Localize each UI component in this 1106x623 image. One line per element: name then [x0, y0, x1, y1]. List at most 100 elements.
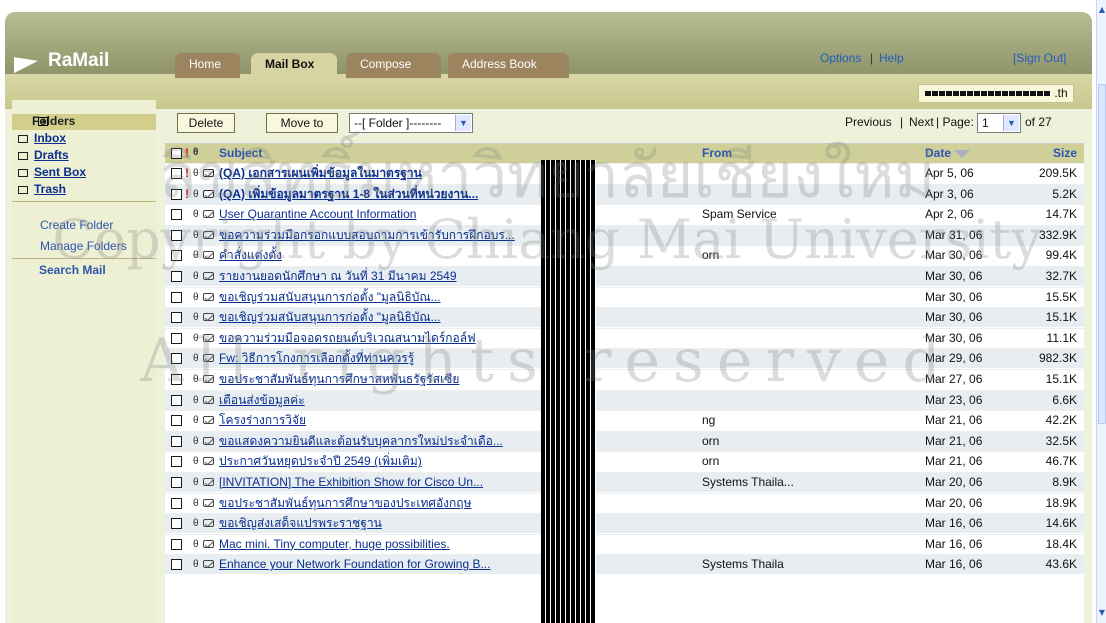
message-subject-link[interactable]: User Quarantine Account Information: [219, 205, 689, 224]
message-subject-link[interactable]: Mac mini. Tiny computer, huge possibilit…: [219, 535, 689, 554]
subject-header[interactable]: Subject: [219, 144, 262, 162]
move-to-button[interactable]: Move to: [266, 113, 338, 133]
from-header[interactable]: From: [702, 144, 732, 162]
size-header[interactable]: Size: [1025, 144, 1077, 162]
message-subject-link[interactable]: คำสั่งแต่งตั้ง: [219, 246, 689, 265]
row-checkbox[interactable]: [171, 415, 182, 427]
drafts-link[interactable]: Drafts: [34, 148, 69, 162]
table-row[interactable]: θ Fw: วิธีการโกงการเลือกตั้งที่ท่านควรรู้…: [165, 348, 1084, 369]
row-checkbox[interactable]: [171, 353, 182, 365]
table-row[interactable]: θ ขอเชิญร่วมสนับสนุนการก่อตั้ง "มูลนิธิบั…: [165, 286, 1084, 307]
manage-folders-link[interactable]: Manage Folders: [40, 239, 127, 253]
row-checkbox[interactable]: [171, 332, 182, 344]
table-row[interactable]: θ ขอประชาสัมพันธ์ทุนการศึกษาของประเทศอังก…: [165, 492, 1084, 513]
table-row[interactable]: θ ขอเชิญร่วมสนับสนุนการก่อตั้ง "มูลนิธิบั…: [165, 307, 1084, 328]
search-mail-link[interactable]: Search Mail: [39, 263, 106, 277]
table-row[interactable]: θ เตือนส่งข้อมูลค่ะ Mar 23, 06 6.6K: [165, 389, 1084, 410]
table-row[interactable]: θ รายงานยอดนักศึกษา ณ วันที่ 31 มีนาคม 25…: [165, 266, 1084, 286]
scrollbar[interactable]: ▲ ▼: [1096, 0, 1106, 623]
table-row[interactable]: θ ประกาศวันหยุดประจำปี 2549 (เพิ่มเติม) or…: [165, 451, 1084, 471]
sent-box-link[interactable]: Sent Box: [34, 165, 86, 179]
row-checkbox[interactable]: [171, 497, 182, 509]
help-link[interactable]: Help: [879, 51, 904, 65]
options-link[interactable]: Options: [820, 51, 861, 65]
tab-address-book[interactable]: Address Book: [448, 53, 569, 78]
message-subject-link[interactable]: ขอแสดงความยินดีและต้อนรับบุคลากรใหม่ประจ…: [219, 432, 689, 451]
row-checkbox[interactable]: [171, 559, 182, 571]
scroll-thumb[interactable]: [1098, 84, 1106, 424]
table-row[interactable]: θ Mac mini. Tiny computer, huge possibili…: [165, 533, 1084, 554]
message-subject-link[interactable]: ขอความร่วมมือกรอกแบบสอบถามการเข้ารับการฝ…: [219, 226, 689, 245]
table-row[interactable]: θ โครงร่างการวิจัย ng Mar 21, 06 42.2K: [165, 410, 1084, 430]
table-row[interactable]: θ User Quarantine Account Information Spam…: [165, 204, 1084, 224]
message-subject-link[interactable]: ขอประชาสัมพันธ์ทุนการศึกษาสหพันธรัฐรัสเซ…: [219, 370, 689, 389]
row-checkbox[interactable]: [171, 250, 182, 262]
row-checkbox[interactable]: [171, 456, 182, 468]
row-checkbox[interactable]: [171, 188, 182, 200]
message-subject-link[interactable]: Enhance your Network Foundation for Grow…: [219, 555, 689, 574]
message-subject-link[interactable]: (QA) เอกสารเผนเพิ่มข้อมูลในมาตรฐาน: [219, 164, 689, 183]
row-checkbox[interactable]: [171, 229, 182, 241]
row-checkbox[interactable]: [171, 518, 182, 530]
table-row[interactable]: θ คำสั่งแต่งตั้ง orn Mar 30, 06 99.4K: [165, 245, 1084, 265]
row-checkbox[interactable]: [171, 312, 182, 324]
message-size: 332.9K: [1038, 227, 1077, 242]
table-row[interactable]: θ ขอประชาสัมพันธ์ทุนการศึกษาสหพันธรัฐรัสเ…: [165, 369, 1084, 389]
chevron-down-icon[interactable]: ▼: [1003, 115, 1019, 131]
row-checkbox[interactable]: [171, 291, 182, 303]
scroll-down-arrow-icon[interactable]: ▼: [1098, 607, 1106, 619]
next-page-link[interactable]: Next: [909, 115, 934, 129]
attachment-icon: θ: [193, 168, 199, 179]
trash-link[interactable]: Trash: [34, 182, 66, 196]
page-select[interactable]: 1 ▼: [977, 113, 1021, 133]
tab-compose[interactable]: Compose: [346, 53, 441, 78]
row-checkbox[interactable]: [171, 477, 182, 488]
scroll-up-arrow-icon[interactable]: ▲: [1098, 4, 1106, 16]
create-folder-link[interactable]: Create Folder: [40, 218, 113, 232]
table-row[interactable]: ! θ (QA) เพิ่มข้อมูลมาตรฐาน 1-8 ในส่วนที่ห…: [165, 183, 1084, 204]
row-checkbox[interactable]: [171, 538, 182, 550]
sign-out-link[interactable]: [Sign Out]: [1013, 51, 1066, 65]
sidebar-item-sent-box[interactable]: Sent Box: [18, 164, 150, 180]
sidebar-item-drafts[interactable]: Drafts: [18, 147, 150, 163]
tab-home[interactable]: Home: [175, 53, 240, 78]
row-checkbox[interactable]: [171, 394, 182, 406]
table-row[interactable]: θ ขอเชิญส่งเสด็จแปรพระราชฐาน Mar 16, 06 14.…: [165, 513, 1084, 534]
row-checkbox[interactable]: [171, 435, 182, 447]
table-row[interactable]: θ [INVITATION] The Exhibition Show for Ci…: [165, 472, 1084, 492]
tab-mailbox[interactable]: Mail Box: [251, 53, 337, 78]
sidebar-item-trash[interactable]: Trash: [18, 181, 150, 197]
inbox-link[interactable]: Inbox: [34, 131, 66, 145]
row-checkbox[interactable]: [171, 271, 182, 282]
table-row[interactable]: θ ขอแสดงความยินดีและต้อนรับบุคลากรใหม่ประ…: [165, 430, 1084, 451]
table-row[interactable]: θ ขอความร่วมมือจอดรถยนต์บริเวณสนามไดร์กอล…: [165, 327, 1084, 348]
message-subject-link[interactable]: ขอเชิญร่วมสนับสนุนการก่อตั้ง "มูลนิธิบัณ…: [219, 288, 689, 307]
message-subject-link[interactable]: ขอความร่วมมือจอดรถยนต์บริเวณสนามไดร์กอล์…: [219, 329, 689, 348]
message-subject-link[interactable]: ขอเชิญส่งเสด็จแปรพระราชฐาน: [219, 514, 689, 533]
row-checkbox[interactable]: [171, 374, 182, 385]
message-subject-link[interactable]: [INVITATION] The Exhibition Show for Cis…: [219, 473, 689, 492]
message-subject-link[interactable]: ขอเชิญร่วมสนับสนุนการก่อตั้ง "มูลนิธิบัณ…: [219, 308, 689, 327]
folder-select[interactable]: --[ Folder ]-------- ▼: [349, 113, 473, 133]
row-checkbox[interactable]: [171, 209, 182, 221]
attachment-icon: θ: [193, 435, 199, 447]
date-header[interactable]: Date: [925, 144, 971, 162]
message-subject-link[interactable]: เตือนส่งข้อมูลค่ะ: [219, 391, 689, 410]
table-row[interactable]: ! θ (QA) เอกสารเผนเพิ่มข้อมูลในมาตรฐาน Apr …: [165, 163, 1084, 183]
message-subject-link[interactable]: โครงร่างการวิจัย: [219, 411, 689, 430]
message-subject-link[interactable]: ประกาศวันหยุดประจำปี 2549 (เพิ่มเติม): [219, 452, 689, 471]
table-row[interactable]: θ ขอความร่วมมือกรอกแบบสอบถามการเข้ารับการ…: [165, 224, 1084, 245]
sidebar-item-inbox[interactable]: Inbox: [18, 130, 150, 146]
chevron-down-icon[interactable]: ▼: [455, 115, 471, 131]
message-subject-link[interactable]: (QA) เพิ่มข้อมูลมาตรฐาน 1-8 ในส่วนที่หน่…: [219, 185, 689, 204]
table-row[interactable]: θ Enhance your Network Foundation for Gro…: [165, 554, 1084, 575]
previous-page-link[interactable]: Previous: [845, 115, 892, 129]
collapse-folders-icon[interactable]: [38, 114, 48, 129]
message-subject-link[interactable]: Fw: วิธีการโกงการเลือกตั้งที่ท่านควรรู้: [219, 349, 689, 368]
row-checkbox[interactable]: [171, 168, 182, 179]
delete-button[interactable]: Delete: [177, 113, 235, 133]
message-subject-link[interactable]: ขอประชาสัมพันธ์ทุนการศึกษาของประเทศอังกฤ…: [219, 494, 689, 513]
message-from: orn: [702, 454, 720, 469]
message-subject-link[interactable]: รายงานยอดนักศึกษา ณ วันที่ 31 มีนาคม 254…: [219, 267, 689, 286]
select-all-checkbox[interactable]: [171, 148, 182, 159]
